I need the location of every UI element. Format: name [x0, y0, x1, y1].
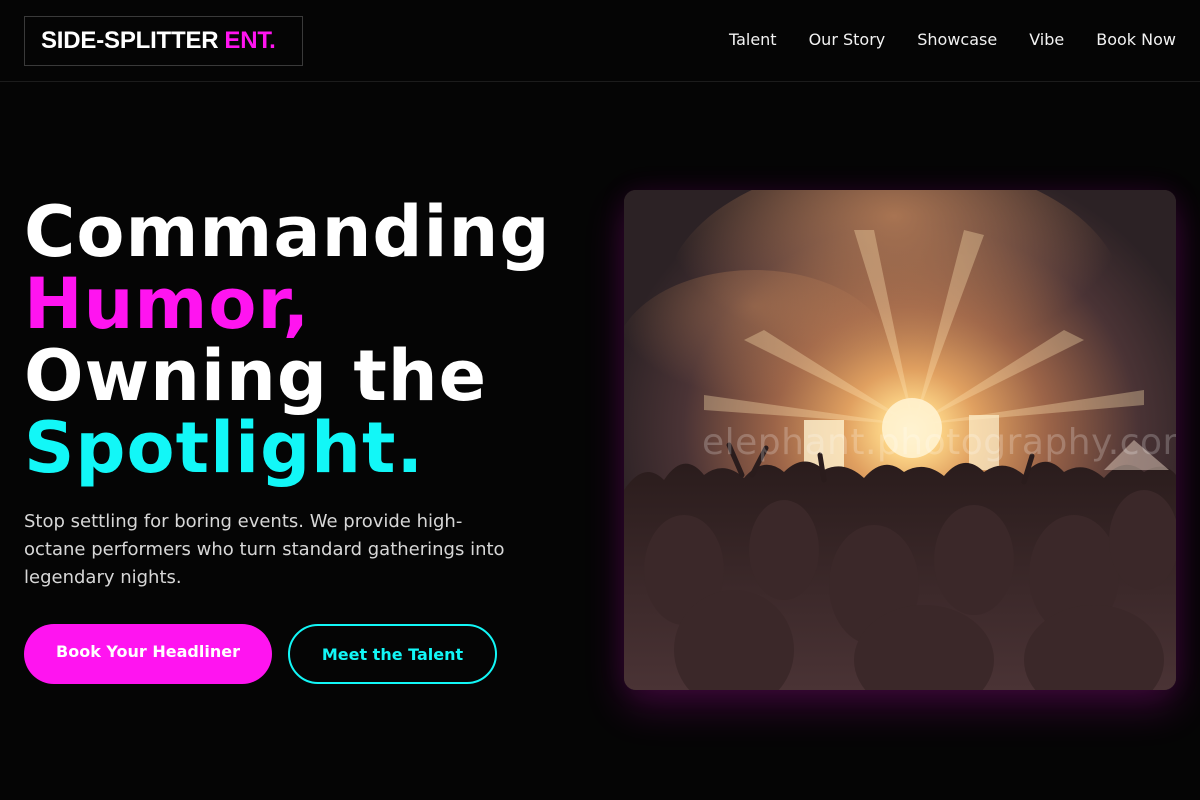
nav-talent[interactable]: Talent [729, 30, 777, 50]
brand-logo[interactable]: SIDE-SPLITTER ENT. [24, 16, 303, 66]
image-watermark: elephant.photography.com [702, 422, 1176, 463]
hero-title-line-1: Commanding [24, 191, 551, 273]
book-headliner-button[interactable]: Book Your Headliner [24, 624, 272, 684]
nav-book-now[interactable]: Book Now [1096, 30, 1176, 50]
nav-our-story[interactable]: Our Story [809, 30, 886, 50]
brand-name: SIDE-SPLITTER [41, 27, 219, 54]
nav-showcase[interactable]: Showcase [917, 30, 997, 50]
hero-description: Stop settling for boring events. We prov… [24, 511, 505, 588]
hero-title-line-2: Humor, [24, 263, 311, 345]
nav-vibe[interactable]: Vibe [1029, 30, 1064, 50]
brand-suffix: ENT. [224, 27, 276, 54]
hero-title-line-4: Spotlight. [24, 407, 425, 489]
main-nav: Talent Our Story Showcase Vibe Book Now [697, 30, 1176, 50]
hero-title: Commanding Humor, Owning the Spotlight. [24, 196, 550, 484]
site-header: SIDE-SPLITTER ENT. Talent Our Story Show… [0, 0, 1200, 82]
meet-talent-button[interactable]: Meet the Talent [288, 624, 497, 684]
hero-title-line-3: Owning the [24, 335, 488, 417]
hero-concert-image: elephant.photography.com [624, 190, 1176, 690]
